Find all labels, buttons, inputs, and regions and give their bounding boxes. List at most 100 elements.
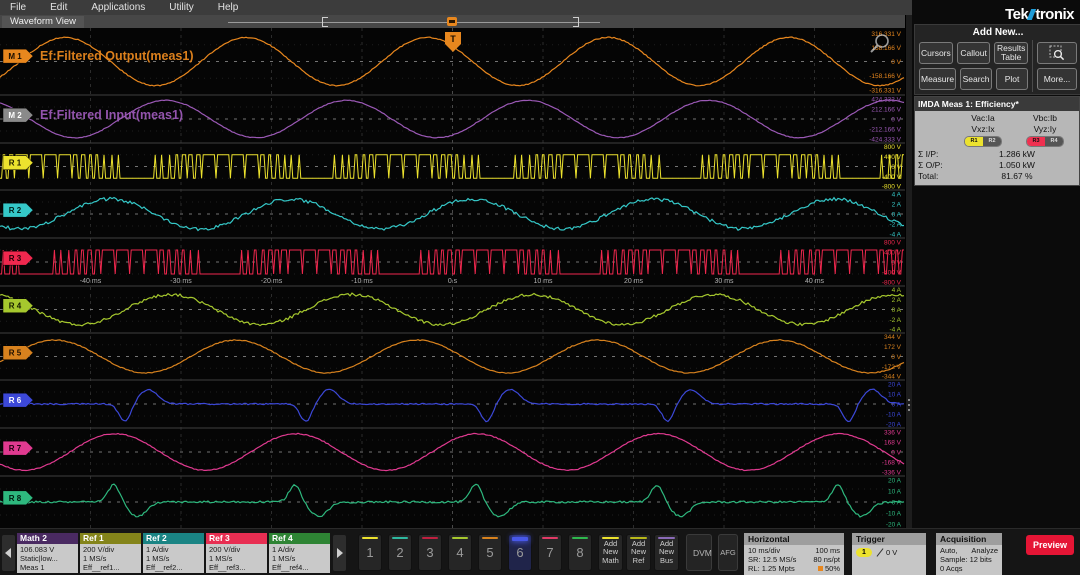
time-axis-label: -10 ms: [351, 278, 373, 285]
channel-button-8[interactable]: 8: [568, 534, 592, 571]
waveform-graticule[interactable]: 316.331 V158.166 V0 V-158.166 V-316.331 …: [0, 28, 905, 528]
badge-label: R 4: [9, 302, 22, 311]
channel-button-2[interactable]: 2: [388, 534, 412, 571]
badge-line: Static|low...: [20, 554, 75, 563]
badge-label: R 5: [9, 349, 22, 358]
scale-label-R5: 172 V: [884, 344, 902, 351]
menu-item-file[interactable]: File: [10, 2, 26, 13]
add-new-ref-button[interactable]: AddNewRef: [626, 534, 651, 571]
preview-button[interactable]: Preview: [1026, 535, 1074, 555]
channel-button-3[interactable]: 3: [418, 534, 442, 571]
zoom-overview-button[interactable]: [1037, 42, 1077, 64]
channel-button-7[interactable]: 7: [538, 534, 562, 571]
time-axis-label: -20 ms: [261, 278, 283, 285]
scale-label-R1: 400 V: [884, 154, 902, 161]
badge-label: R 8: [9, 494, 22, 503]
channel-button-5[interactable]: 5: [478, 534, 502, 571]
badge-line: 200 V/div: [83, 545, 138, 554]
channel-button-4[interactable]: 4: [448, 534, 472, 571]
plot-scrollbar[interactable]: [905, 15, 912, 528]
badge-line: Eff__ref4...: [272, 563, 327, 572]
badge-line: 1 MS/s: [209, 554, 264, 563]
search-button[interactable]: Search: [960, 68, 992, 90]
badge-title: Ref 4: [269, 533, 330, 544]
trigger-title: Trigger: [852, 533, 926, 545]
scale-label-R8: 10 A: [888, 489, 902, 496]
horizontal-scale: 10 ms/div: [748, 546, 780, 555]
results-row-label: Total:: [918, 171, 958, 181]
plot-button[interactable]: Plot: [996, 68, 1028, 90]
position-icon: [818, 566, 823, 571]
scale-label-M1: -158.166 V: [869, 73, 901, 80]
menu-item-help[interactable]: Help: [218, 2, 239, 13]
trigger-position-marker[interactable]: [447, 17, 457, 26]
trigger-settings[interactable]: Trigger 1 0 V: [852, 533, 926, 575]
scale-label-R3: 800 V: [884, 239, 902, 246]
tab-waveform-view[interactable]: Waveform View: [2, 16, 84, 28]
dvm-button[interactable]: DVM: [686, 534, 712, 571]
menu-item-edit[interactable]: Edit: [50, 2, 67, 13]
more-button[interactable]: More...: [1037, 68, 1077, 90]
badge-label: R 2: [9, 206, 22, 215]
badge-line: Meas 1: [20, 563, 75, 572]
ref-pair-badge: R1R2: [964, 136, 1002, 147]
horizontal-position: 50%: [825, 564, 840, 573]
time-axis-label: 20 ms: [624, 278, 644, 285]
scale-label-R3: 0 V: [891, 260, 901, 267]
waveform-badge-ref-3[interactable]: Ref 3200 V/div1 MS/sEff__ref3...: [206, 533, 267, 573]
zoom-bracket-left[interactable]: [322, 17, 328, 27]
waveform-badge-ref-1[interactable]: Ref 1200 V/div1 MS/sEff__ref1...: [80, 533, 141, 573]
measure-button[interactable]: Measure: [919, 68, 956, 90]
trigger-source-badge[interactable]: 1: [856, 548, 872, 557]
time-axis-label: -40 ms: [80, 278, 102, 285]
callout-button[interactable]: Callout: [957, 42, 991, 64]
channel-color-strip: [482, 537, 498, 539]
tektronix-logo: Tek tronix: [1005, 6, 1074, 23]
waveform-badge-ref-4[interactable]: Ref 41 A/div1 MS/sEff__ref4...: [269, 533, 330, 573]
badge-label: R 1: [9, 159, 22, 168]
scale-label-R5: -344 V: [882, 374, 902, 381]
scale-label-R4: -4 A: [889, 327, 901, 334]
scale-label-R6: -10 A: [886, 412, 902, 419]
add-new-math-button[interactable]: AddNewMath: [598, 534, 623, 571]
results-source-line2: Vyz:Iy: [1014, 124, 1076, 134]
channel-color-strip: [542, 537, 558, 539]
scale-label-M1: -316.331 V: [869, 87, 901, 94]
scrollbar-grip-icon[interactable]: [908, 399, 910, 401]
scroll-left-button[interactable]: [2, 535, 15, 571]
channel-button-6[interactable]: 6: [508, 534, 532, 571]
menu-bar: File Edit Applications Utility Help: [0, 0, 912, 15]
scale-label-R4: 4 A: [892, 287, 902, 294]
scale-label-R8: -20 A: [886, 521, 902, 528]
acquisition-settings[interactable]: Acquisition Auto, Analyze Sample: 12 bit…: [936, 533, 1002, 575]
right-panel: Tek tronix Add New... CursorsCalloutResu…: [912, 0, 1080, 528]
afg-button[interactable]: AFG: [718, 534, 738, 571]
horizontal-settings[interactable]: Horizontal 10 ms/div 100 ms SR: 12.5 MS/…: [744, 533, 844, 575]
waveform-badge-ref-2[interactable]: Ref 21 A/div1 MS/sEff__ref2...: [143, 533, 204, 573]
scale-label-R2: -2 A: [889, 222, 901, 229]
scale-label-R1: -400 V: [882, 174, 902, 181]
menu-item-utility[interactable]: Utility: [169, 2, 193, 13]
results-row-value: 1.050 kW: [958, 160, 1076, 170]
waveform-label-M2: Ef:Filtered Input(meas1): [40, 108, 183, 122]
add-new-bus-button[interactable]: AddNewBus: [654, 534, 679, 571]
results-row: Σ I/P:1.286 kW: [918, 149, 1076, 159]
results-body: Vac:IaVbc:IbVxz:IxVyz:IyR1R2R3R4 Σ I/P:1…: [915, 111, 1079, 185]
scale-label-R7: 336 V: [884, 429, 902, 436]
horizontal-position-bar[interactable]: [228, 22, 600, 23]
results-spacer: [918, 124, 952, 134]
cursors-button[interactable]: Cursors: [919, 42, 953, 64]
results-badge-panel[interactable]: IMDA Meas 1: Efficiency* Vac:IaVbc:IbVxz…: [914, 96, 1080, 186]
time-axis-label: 30 ms: [714, 278, 734, 285]
scroll-right-button[interactable]: [333, 535, 346, 571]
results-source-badges: R3R4: [1014, 135, 1076, 148]
badge-label: R 6: [9, 396, 22, 405]
menu-item-applications[interactable]: Applications: [91, 2, 145, 13]
zoom-bracket-right[interactable]: [573, 17, 579, 27]
channel-button-1[interactable]: 1: [358, 534, 382, 571]
add-new-panel: Add New... CursorsCalloutResults Table M…: [914, 24, 1080, 95]
logo-text-left: Tek: [1005, 6, 1028, 23]
results-table-button[interactable]: Results Table: [994, 42, 1028, 64]
scale-label-R4: 0 A: [892, 307, 902, 314]
waveform-badge-math-2[interactable]: Math 2106.083 VStatic|low...Meas 1: [17, 533, 78, 573]
